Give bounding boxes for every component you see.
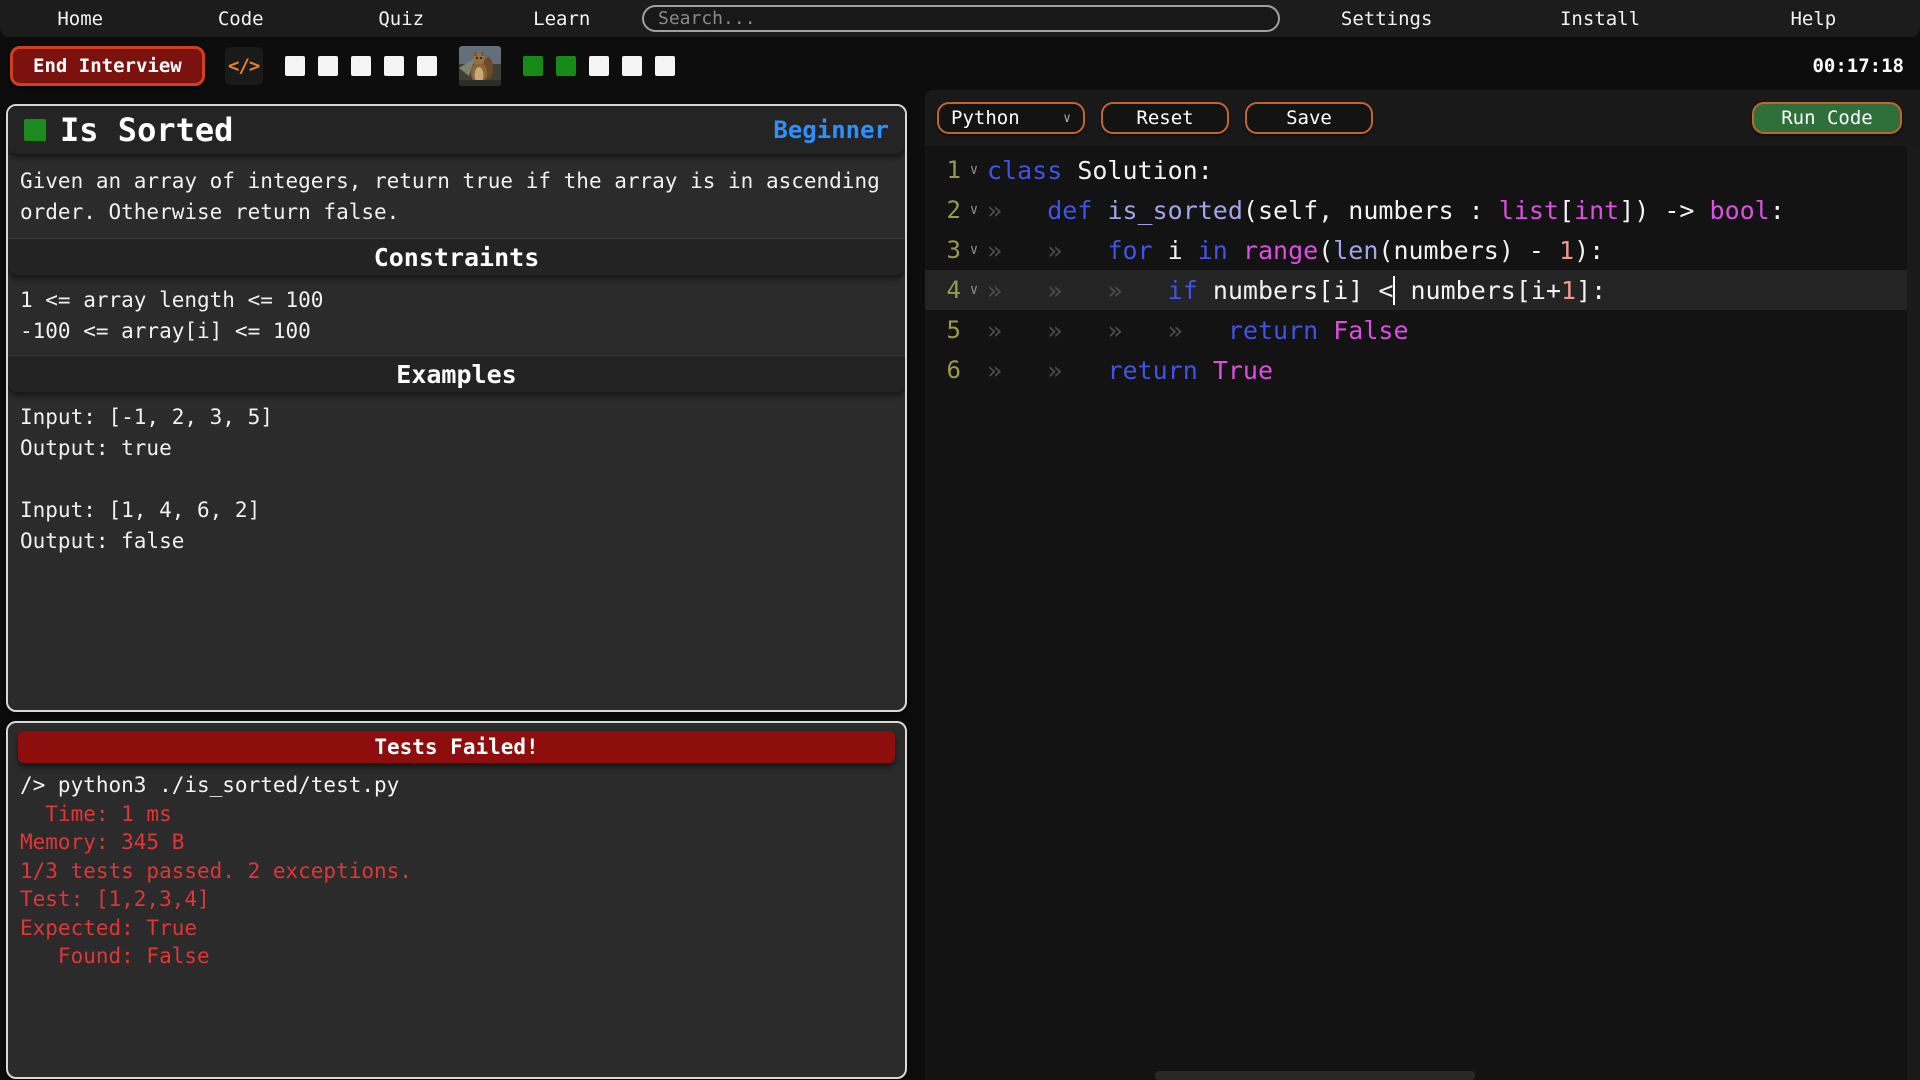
indent-guide: »: [1107, 276, 1167, 305]
code-text: » » » » return False: [987, 316, 1409, 345]
nav-settings[interactable]: Settings: [1280, 8, 1493, 30]
white-progress-square[interactable]: [384, 56, 404, 76]
nav-right-group: Settings Install Help: [1280, 0, 1920, 37]
fold-chevron-icon[interactable]: ∨: [961, 162, 987, 178]
avatar[interactable]: [459, 46, 501, 86]
problem-panel: Is Sorted Beginner Given an array of int…: [6, 104, 907, 712]
nav-left-group: Home Code Quiz Learn: [0, 0, 642, 37]
test-results-panel: Tests Failed! /> python3 ./is_sorted/tes…: [6, 721, 907, 1079]
reset-button[interactable]: Reset: [1101, 102, 1229, 134]
code-line[interactable]: 6 » » return True: [925, 350, 1920, 390]
top-nav: Home Code Quiz Learn Settings Install He…: [0, 0, 1920, 37]
code-editor-panel: Python ∨ Reset Save Run Code 1∨class Sol…: [925, 90, 1920, 1080]
indent-guide: »: [1168, 316, 1228, 345]
code-line[interactable]: 3∨» » for i in range(len(numbers) - 1):: [925, 230, 1920, 270]
line-number: 6: [925, 356, 961, 384]
code-editor-icon[interactable]: </>: [225, 47, 263, 85]
code-line[interactable]: 5 » » » » return False: [925, 310, 1920, 350]
problem-description: Given an array of integers, return true …: [8, 156, 905, 238]
code-text: class Solution:: [987, 156, 1213, 185]
nav-home[interactable]: Home: [0, 8, 161, 30]
session-toolbar: End Interview </> 00:17:18: [0, 37, 1920, 95]
line-number: 5: [925, 316, 961, 344]
nav-learn[interactable]: Learn: [482, 8, 643, 30]
search-input[interactable]: [642, 5, 1280, 32]
white-progress-square[interactable]: [351, 56, 371, 76]
session-timer: 00:17:18: [1812, 55, 1904, 77]
code-area[interactable]: 1∨class Solution:2∨» def is_sorted(self,…: [925, 146, 1920, 1080]
code-text: » » for i in range(len(numbers) - 1):: [987, 236, 1604, 265]
green-progress-square[interactable]: [556, 56, 576, 76]
problem-title: Is Sorted: [60, 111, 233, 149]
status-square-icon: [24, 119, 46, 141]
examples-text: Input: [-1, 2, 3, 5] Output: true Input:…: [8, 394, 905, 565]
problem-title-group: Is Sorted: [24, 111, 233, 149]
code-text: » def is_sorted(self, numbers : list[int…: [987, 196, 1785, 225]
end-interview-button[interactable]: End Interview: [10, 46, 205, 86]
white-progress-square[interactable]: [285, 56, 305, 76]
test-output-line: Test: [1,2,3,4]: [20, 885, 893, 914]
white-progress-square[interactable]: [655, 56, 675, 76]
language-select-value: Python: [951, 107, 1020, 129]
problem-title-bar: Is Sorted Beginner: [8, 106, 905, 156]
code-line[interactable]: 1∨class Solution:: [925, 150, 1920, 190]
test-output-line: Found: False: [20, 942, 893, 971]
constraints-text: 1 <= array length <= 100 -100 <= array[i…: [8, 277, 905, 355]
examples-header: Examples: [8, 355, 905, 394]
difficulty-badge: Beginner: [773, 116, 889, 144]
test-output-line: 1/3 tests passed. 2 exceptions.: [20, 857, 893, 886]
run-code-button[interactable]: Run Code: [1752, 102, 1902, 134]
vertical-scrollbar[interactable]: [1907, 146, 1920, 1080]
indent-guide: »: [987, 236, 1047, 265]
indent-guide: »: [1047, 236, 1107, 265]
chevron-down-icon: ∨: [1063, 111, 1071, 126]
indent-guide: »: [1047, 316, 1107, 345]
nav-help[interactable]: Help: [1707, 8, 1920, 30]
white-progress-square[interactable]: [318, 56, 338, 76]
line-number: 2: [925, 196, 961, 224]
line-number: 1: [925, 156, 961, 184]
editor-toolbar: Python ∨ Reset Save Run Code: [925, 90, 1920, 146]
progress-squares-right: [523, 56, 675, 76]
line-number: 4: [925, 276, 961, 304]
indent-guide: »: [987, 276, 1047, 305]
horizontal-scrollbar[interactable]: [1155, 1071, 1475, 1080]
nav-install[interactable]: Install: [1493, 8, 1706, 30]
code-line[interactable]: 4∨» » » if numbers[i] < numbers[i+1]:: [925, 270, 1920, 310]
test-output-line: Memory: 345 B: [20, 828, 893, 857]
indent-guide: »: [987, 316, 1047, 345]
code-text: » » » if numbers[i] < numbers[i+1]:: [987, 276, 1606, 305]
test-output: /> python3 ./is_sorted/test.py Time: 1 m…: [8, 763, 905, 979]
fold-chevron-icon[interactable]: ∨: [961, 202, 987, 218]
search-container: [642, 5, 1280, 32]
indent-guide: »: [987, 196, 1047, 225]
white-progress-square[interactable]: [417, 56, 437, 76]
code-line[interactable]: 2∨» def is_sorted(self, numbers : list[i…: [925, 190, 1920, 230]
test-output-line: /> python3 ./is_sorted/test.py: [20, 771, 893, 800]
squirrel-photo: [459, 46, 501, 86]
indent-guide: »: [1107, 316, 1167, 345]
language-select[interactable]: Python ∨: [937, 102, 1085, 134]
indent-guide: »: [1047, 276, 1107, 305]
green-progress-square[interactable]: [523, 56, 543, 76]
tests-failed-banner: Tests Failed!: [18, 731, 895, 763]
indent-guide: »: [1047, 356, 1107, 385]
line-number: 3: [925, 236, 961, 264]
code-brackets-icon: </>: [228, 55, 259, 77]
white-progress-square[interactable]: [589, 56, 609, 76]
code-lines: 1∨class Solution:2∨» def is_sorted(self,…: [925, 150, 1920, 390]
code-text: » » return True: [987, 356, 1273, 385]
progress-squares-left: [285, 56, 437, 76]
indent-guide: »: [987, 356, 1047, 385]
nav-code[interactable]: Code: [161, 8, 322, 30]
test-output-line: Time: 1 ms: [20, 800, 893, 829]
app-root: Home Code Quiz Learn Settings Install He…: [0, 0, 1920, 1080]
constraints-header: Constraints: [8, 238, 905, 277]
save-button[interactable]: Save: [1245, 102, 1373, 134]
test-output-line: Expected: True: [20, 914, 893, 943]
fold-chevron-icon[interactable]: ∨: [961, 282, 987, 298]
nav-quiz[interactable]: Quiz: [321, 8, 482, 30]
fold-chevron-icon[interactable]: ∨: [961, 242, 987, 258]
white-progress-square[interactable]: [622, 56, 642, 76]
